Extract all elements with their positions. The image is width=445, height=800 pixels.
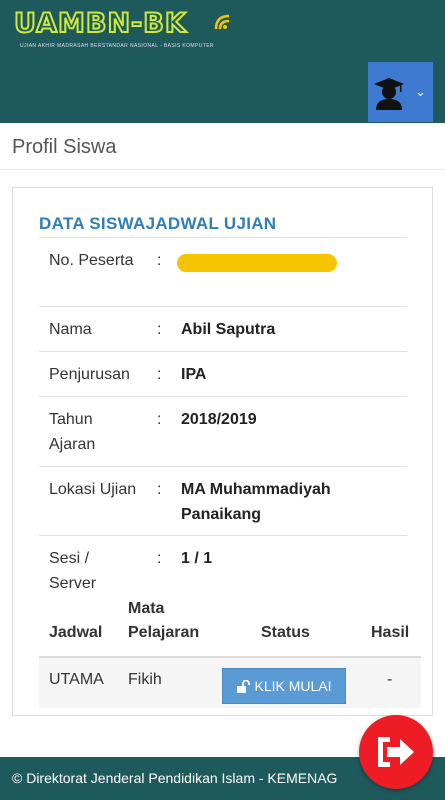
logo-text: UAMBN-BK: [13, 7, 187, 40]
field-row-no-peserta: No. Peserta :: [39, 237, 407, 306]
profile-card: DATA SISWAJADWAL UJIAN No. Peserta : Nam…: [12, 187, 433, 716]
cell-hasil: -: [387, 671, 393, 688]
chevron-down-icon: ⌄: [415, 84, 426, 99]
field-row-penjurusan: Penjurusan : IPA: [39, 351, 407, 396]
field-colon: :: [157, 366, 162, 383]
field-colon: :: [157, 321, 162, 338]
field-label: Penjurusan: [49, 366, 130, 383]
field-colon: :: [157, 481, 162, 498]
field-value: 1 / 1: [181, 550, 213, 567]
unlock-icon: [237, 679, 251, 693]
field-row-lokasi-ujian: Lokasi Ujian : MA Muhammadiyah Panaikang: [39, 466, 407, 535]
redacted-value: [177, 254, 337, 272]
table-header-jadwal: Jadwal: [49, 624, 103, 641]
field-colon: :: [157, 550, 162, 567]
heading-jadwal-ujian: JADWAL UJIAN: [145, 214, 277, 233]
start-exam-label: KLIK MULAI: [254, 678, 332, 694]
logo-subtitle: UJIAN AKHIR MADRASAH BERSTANDAR NASIONAL…: [20, 43, 214, 49]
cell-jadwal: UTAMA: [49, 671, 104, 688]
cell-mata-pelajaran: Fikih: [128, 671, 162, 688]
table-header-status: Status: [261, 624, 310, 641]
table-header-mata-pelajaran: Mata Pelajaran: [128, 600, 200, 641]
app-header: UAMBN-BK UJIAN AKHIR MADRASAH BERSTANDAR…: [0, 0, 445, 123]
field-label: No. Peserta: [49, 252, 134, 269]
divider: [0, 169, 445, 170]
graduate-avatar-icon: [374, 78, 404, 110]
start-exam-button[interactable]: KLIK MULAI: [222, 668, 346, 704]
logout-button[interactable]: [359, 715, 433, 789]
card-heading: DATA SISWAJADWAL UJIAN: [39, 214, 276, 234]
field-label: Nama: [49, 321, 92, 338]
heading-data-siswa: DATA SISWA: [39, 214, 146, 233]
field-row-sesi-server: Sesi / Server : 1 / 1: [39, 535, 407, 603]
field-row-tahun-ajaran: Tahun Ajaran : 2018/2019: [39, 396, 407, 466]
field-value: IPA: [181, 366, 207, 383]
field-value: 2018/2019: [181, 411, 257, 428]
field-label: Tahun Ajaran: [49, 411, 96, 453]
field-label: Sesi / Server: [49, 550, 97, 592]
field-value: MA Muhammadiyah Panaikang: [181, 481, 331, 523]
table-header-hasil: Hasil: [371, 624, 410, 641]
logout-icon: [378, 737, 414, 767]
field-colon: :: [157, 411, 162, 428]
page-title: Profil Siswa: [12, 136, 117, 158]
field-colon: :: [157, 252, 162, 269]
field-value: Abil Saputra: [181, 321, 276, 338]
field-row-nama: Nama : Abil Saputra: [39, 306, 407, 351]
field-label: Lokasi Ujian: [49, 481, 137, 498]
signal-icon: [214, 14, 230, 30]
user-menu-button[interactable]: ⌄: [368, 62, 433, 122]
uambn-bk-logo: UAMBN-BK UJIAN AKHIR MADRASAH BERSTANDAR…: [13, 7, 234, 54]
